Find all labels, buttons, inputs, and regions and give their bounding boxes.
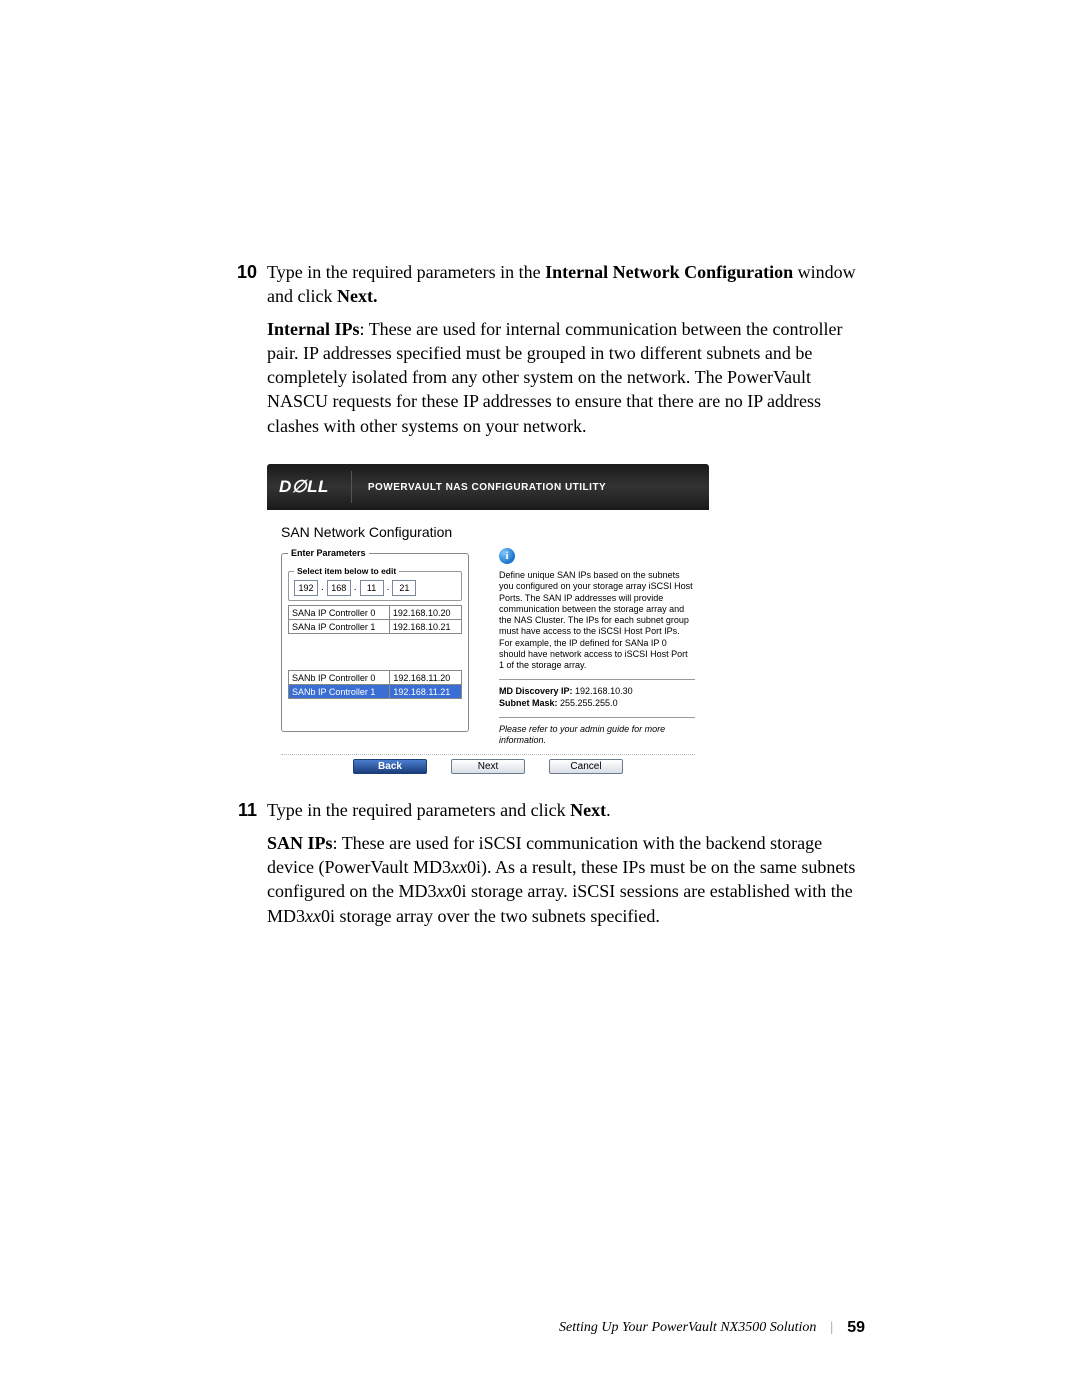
var-xx: xx [305,906,321,926]
cell-label: SANb IP Controller 1 [289,685,390,699]
step-11: 11 Type in the required parameters and c… [225,798,865,935]
cell-ip: 192.168.11.20 [390,671,462,685]
admin-guide-note: Please refer to your admin guide for mor… [499,724,695,747]
cell-label: SANa IP Controller 1 [289,620,390,634]
screenshot-body: SAN Network Configuration Enter Paramete… [267,510,709,784]
step-11-line2: SAN IPs: These are used for iSCSI commun… [267,831,865,928]
step-body: Type in the required parameters and clic… [267,798,865,935]
term-internal-ips: Internal IPs [267,319,360,339]
button-row: Back Next Cancel [281,754,695,774]
san-a-table[interactable]: SANa IP Controller 0 192.168.10.20 SANa … [288,605,462,634]
cell-label: SANa IP Controller 0 [289,606,390,620]
step-number: 10 [225,260,267,446]
subnet-mask-value: 255.255.255.0 [560,698,618,708]
dell-logo: D∅LL [279,477,329,497]
cell-ip: 192.168.10.20 [389,606,461,620]
var-xx: xx [451,857,467,877]
cell-ip: 192.168.11.21 [390,685,462,699]
subnet-mask-row: Subnet Mask: 255.255.255.0 [499,698,695,709]
var-xx: xx [436,881,452,901]
divider [499,717,695,718]
table-row-selected[interactable]: SANb IP Controller 1 192.168.11.21 [289,685,462,699]
table-row[interactable]: SANa IP Controller 0 192.168.10.20 [289,606,462,620]
ip-octet-3[interactable]: 11 [360,580,384,596]
cell-label: SANb IP Controller 0 [289,671,390,685]
step-10: 10 Type in the required parameters in th… [225,260,865,446]
term-san-ips: SAN IPs [267,833,333,853]
left-column: Enter Parameters Select item below to ed… [281,548,469,746]
step-10-line2: Internal IPs: These are used for interna… [267,317,865,438]
back-button[interactable]: Back [353,759,427,774]
term-next: Next. [337,286,377,306]
select-item-group: Select item below to edit 192. 168. 11. … [288,566,462,601]
ip-editor[interactable]: 192. 168. 11. 21 [294,580,456,596]
page-number: 59 [847,1319,865,1337]
term-next: Next [570,800,606,820]
step-body: Type in the required parameters in the I… [267,260,865,446]
help-text: Define unique SAN IPs based on the subne… [499,570,695,671]
section-title: SAN Network Configuration [281,524,695,540]
header-divider [351,471,352,503]
screenshot-san-config: D∅LL POWERVAULT NAS CONFIGURATION UTILIT… [267,464,709,784]
select-item-legend: Select item below to edit [294,566,399,576]
footer-separator: | [830,1320,833,1336]
enter-parameters-legend: Enter Parameters [288,548,369,558]
right-column: i Define unique SAN IPs based on the sub… [499,548,695,746]
table-row[interactable]: SANb IP Controller 0 192.168.11.20 [289,671,462,685]
cell-ip: 192.168.10.21 [389,620,461,634]
md-discovery-value: 192.168.10.30 [575,686,633,696]
table-row[interactable]: SANa IP Controller 1 192.168.10.21 [289,620,462,634]
step-10-line1: Type in the required parameters in the I… [267,260,865,309]
next-button[interactable]: Next [451,759,525,774]
ip-octet-4[interactable]: 21 [392,580,416,596]
document-page: 10 Type in the required parameters in th… [0,0,1080,1397]
ip-octet-2[interactable]: 168 [327,580,351,596]
two-column-layout: Enter Parameters Select item below to ed… [281,548,695,746]
md-discovery-label: MD Discovery IP: [499,686,575,696]
divider [499,679,695,680]
step-number: 11 [225,798,267,935]
utility-title: POWERVAULT NAS CONFIGURATION UTILITY [368,482,606,493]
footer-section-title: Setting Up Your PowerVault NX3500 Soluti… [559,1320,816,1336]
subnet-mask-label: Subnet Mask: [499,698,560,708]
ip-octet-1[interactable]: 192 [294,580,318,596]
cancel-button[interactable]: Cancel [549,759,623,774]
term-internal-network-config: Internal Network Configuration [545,262,793,282]
md-discovery-row: MD Discovery IP: 192.168.10.30 [499,686,695,697]
enter-parameters-group: Enter Parameters Select item below to ed… [281,548,469,732]
page-footer: Setting Up Your PowerVault NX3500 Soluti… [559,1319,865,1337]
info-icon: i [499,548,515,564]
screenshot-header: D∅LL POWERVAULT NAS CONFIGURATION UTILIT… [267,464,709,510]
san-b-table[interactable]: SANb IP Controller 0 192.168.11.20 SANb … [288,670,462,699]
step-11-line1: Type in the required parameters and clic… [267,798,865,822]
